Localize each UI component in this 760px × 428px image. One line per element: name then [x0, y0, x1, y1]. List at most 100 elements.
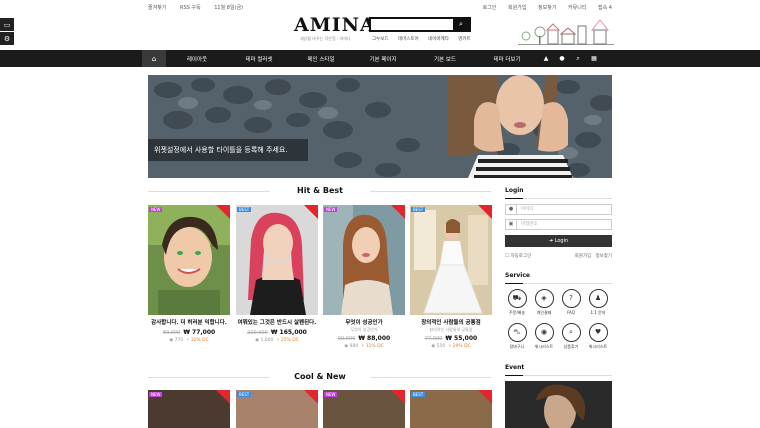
dc-ribbon [391, 205, 405, 219]
product-meta: ◉ 550 ⚡ 29% DC [431, 344, 471, 349]
banner-image [148, 75, 612, 178]
dc-ribbon [478, 205, 492, 219]
product-card[interactable]: NEW 감사합니다. 더 허러분 익합니다. 89,000 ₩ 77,000 ◉ … [148, 205, 230, 343]
service-inquiry[interactable]: ♟ 1:1 문의 [586, 289, 610, 316]
dc-ribbon [478, 390, 492, 404]
nav-item-color[interactable]: 테마 컬러셋 [228, 55, 290, 63]
nav-item-main-style[interactable]: 메인 스타일 [290, 55, 352, 63]
site-logo[interactable]: AMINA [294, 14, 376, 36]
event-title: Event [505, 364, 612, 376]
product-price: 89,000 ₩ 77,000 [162, 329, 216, 336]
service-payment[interactable]: ◈ 개인결제 [532, 289, 556, 316]
cart-icon: ⛍ [507, 323, 527, 342]
product-image[interactable]: BEST [236, 205, 318, 315]
badge-best: BEST [411, 207, 426, 212]
product-image[interactable]: BEST [410, 390, 492, 428]
service-search[interactable]: ⌕ 상품찾기 [559, 323, 583, 350]
main-banner[interactable]: 위젯설정에서 사용할 타이틀을 등록해 주세요. [148, 75, 612, 178]
settings-icon[interactable]: ⚙ [0, 32, 14, 45]
product-image[interactable]: BEST [236, 390, 318, 428]
user-icon: ● [506, 205, 517, 214]
product-image[interactable]: NEW [148, 390, 230, 428]
date-label: 11월 8일(금) [214, 4, 244, 11]
product-card[interactable]: NEW [148, 390, 230, 428]
service-wishlist-2[interactable]: ♥ 위시리스트 [586, 323, 610, 350]
monitor-icon[interactable]: ▭ [0, 18, 14, 31]
dc-ribbon [391, 390, 405, 404]
product-card[interactable]: NEW 무엇이 성공인가 무엇이 성공인가 99,000 ₩ 88,000 ◉ 8… [323, 205, 405, 349]
rss-link[interactable]: RSS 구독 [180, 5, 201, 11]
product-card[interactable]: BEST [236, 390, 318, 428]
product-name[interactable]: 창의적인 사람들의 공통점 [410, 320, 492, 327]
product-image[interactable]: NEW [148, 205, 230, 315]
quick-link[interactable]: 영카트 [458, 37, 470, 42]
service-title: Service [505, 272, 612, 284]
nav-item-layout[interactable]: 레이아웃 [166, 55, 228, 63]
quick-link[interactable]: 그누보드 [372, 37, 389, 42]
product-image[interactable]: NEW [323, 390, 405, 428]
lock-icon: ▣ [506, 220, 517, 229]
grid-menu-icon[interactable]: ▦ [586, 55, 602, 62]
product-card[interactable]: BEST [410, 390, 492, 428]
nav-item-basic-board[interactable]: 기본 보드 [414, 55, 476, 63]
truck-icon: ⛟ [507, 289, 527, 308]
quick-link[interactable]: 테마스토어 [398, 37, 419, 42]
login-link[interactable]: 로그인 [483, 5, 497, 11]
product-image[interactable]: BEST [410, 205, 492, 315]
product-card[interactable]: BEST 여쭤있는 그것은 반드시 살펜된다. 220,000 ₩ 165,000… [236, 205, 318, 343]
lock-icon[interactable]: ▲ [538, 55, 554, 62]
hit-best-title: Hit & Best [270, 186, 370, 195]
top-bar: 즐겨찾기 RSS 구독 11월 8일(금) 로그인 회원가입 정보찾기 커뮤니티… [148, 0, 612, 14]
connect-count[interactable]: 접속 4 [598, 5, 612, 11]
dc-ribbon [216, 205, 230, 219]
nav-item-more-themes[interactable]: 테마 더보기 [476, 55, 538, 63]
password-input[interactable]: ▣ 비밀번호 [505, 219, 612, 230]
search-icon[interactable]: ⌕ [453, 19, 469, 30]
service-wishlist[interactable]: ◉ 위시리스트 [532, 323, 556, 350]
nav-item-basic-page[interactable]: 기본 페이지 [352, 55, 414, 63]
product-meta: ◉ 770 ⚡ 32% DC [169, 338, 209, 343]
remember-checkbox[interactable]: ☐ 자동로그인 [505, 253, 531, 259]
badge-new: NEW [149, 392, 163, 397]
user-icon: ♟ [588, 289, 608, 308]
event-image[interactable] [505, 381, 612, 428]
dc-ribbon [216, 390, 230, 404]
login-button[interactable]: ➜ Login [505, 235, 612, 247]
find-info-link[interactable]: 정보찾기 [538, 5, 556, 11]
badge-new: NEW [324, 207, 338, 212]
product-name[interactable]: 감사합니다. 더 허러분 익합니다. [148, 320, 230, 327]
product-image[interactable]: NEW [323, 205, 405, 315]
product-card[interactable]: BEST 창의적인 사람들의 공통점 창의적인 사람들의 공통점 77,000 ₩… [410, 205, 492, 349]
id-input[interactable]: ● 아이디 [505, 204, 612, 215]
login-options: ☐ 자동로그인 회원가입 정보찾기 [505, 253, 612, 259]
join-link[interactable]: 회원가입 [575, 254, 592, 259]
product-subtitle: 창의적인 사람들의 공통점 [429, 327, 473, 332]
service-order[interactable]: ⛟ 주문/배송 [505, 289, 529, 316]
quick-links: 그누보드 테마스토어 네이버메타 영카트 [372, 36, 479, 42]
product-card[interactable]: NEW [323, 390, 405, 428]
community-link[interactable]: 커뮤니티 [568, 5, 586, 11]
product-meta: ◉ 1,600 ⚡ 25% DC [255, 338, 299, 343]
find-info-link[interactable]: 정보찾기 [595, 254, 612, 259]
bookmark-link[interactable]: 즐겨찾기 [148, 5, 166, 11]
user-icon[interactable]: ● [554, 55, 570, 62]
join-link[interactable]: 회원가입 [508, 5, 526, 11]
quick-link[interactable]: 네이버메타 [428, 37, 449, 42]
main-nav: ⌂ 레이아웃 테마 컬러셋 메인 스타일 기본 페이지 기본 보드 테마 더보기… [0, 50, 760, 67]
service-faq[interactable]: ? FAQ [559, 289, 583, 315]
dc-ribbon [304, 390, 318, 404]
login-title: Login [505, 187, 612, 199]
question-icon: ? [561, 289, 581, 308]
badge-best: BEST [411, 392, 426, 397]
site-tagline: 세상을 바꾸는 작은힘 - 아미나 [300, 36, 351, 41]
service-cart[interactable]: ⛍ 장바구니 [505, 323, 529, 350]
product-name[interactable]: 무엇이 성공인가 [323, 320, 405, 327]
search-icon[interactable]: ⌕ [570, 55, 586, 63]
product-price: 77,000 ₩ 55,000 [424, 335, 478, 342]
product-name[interactable]: 여쭤있는 그것은 반드시 살펜된다. [236, 320, 318, 327]
home-icon[interactable]: ⌂ [142, 50, 166, 67]
town-illustration [518, 20, 614, 45]
search-icon: ⌕ [561, 323, 581, 342]
search-box[interactable]: ⌕ [369, 17, 471, 32]
product-meta: ◉ 880 ⚡ 11% DC [344, 344, 384, 349]
